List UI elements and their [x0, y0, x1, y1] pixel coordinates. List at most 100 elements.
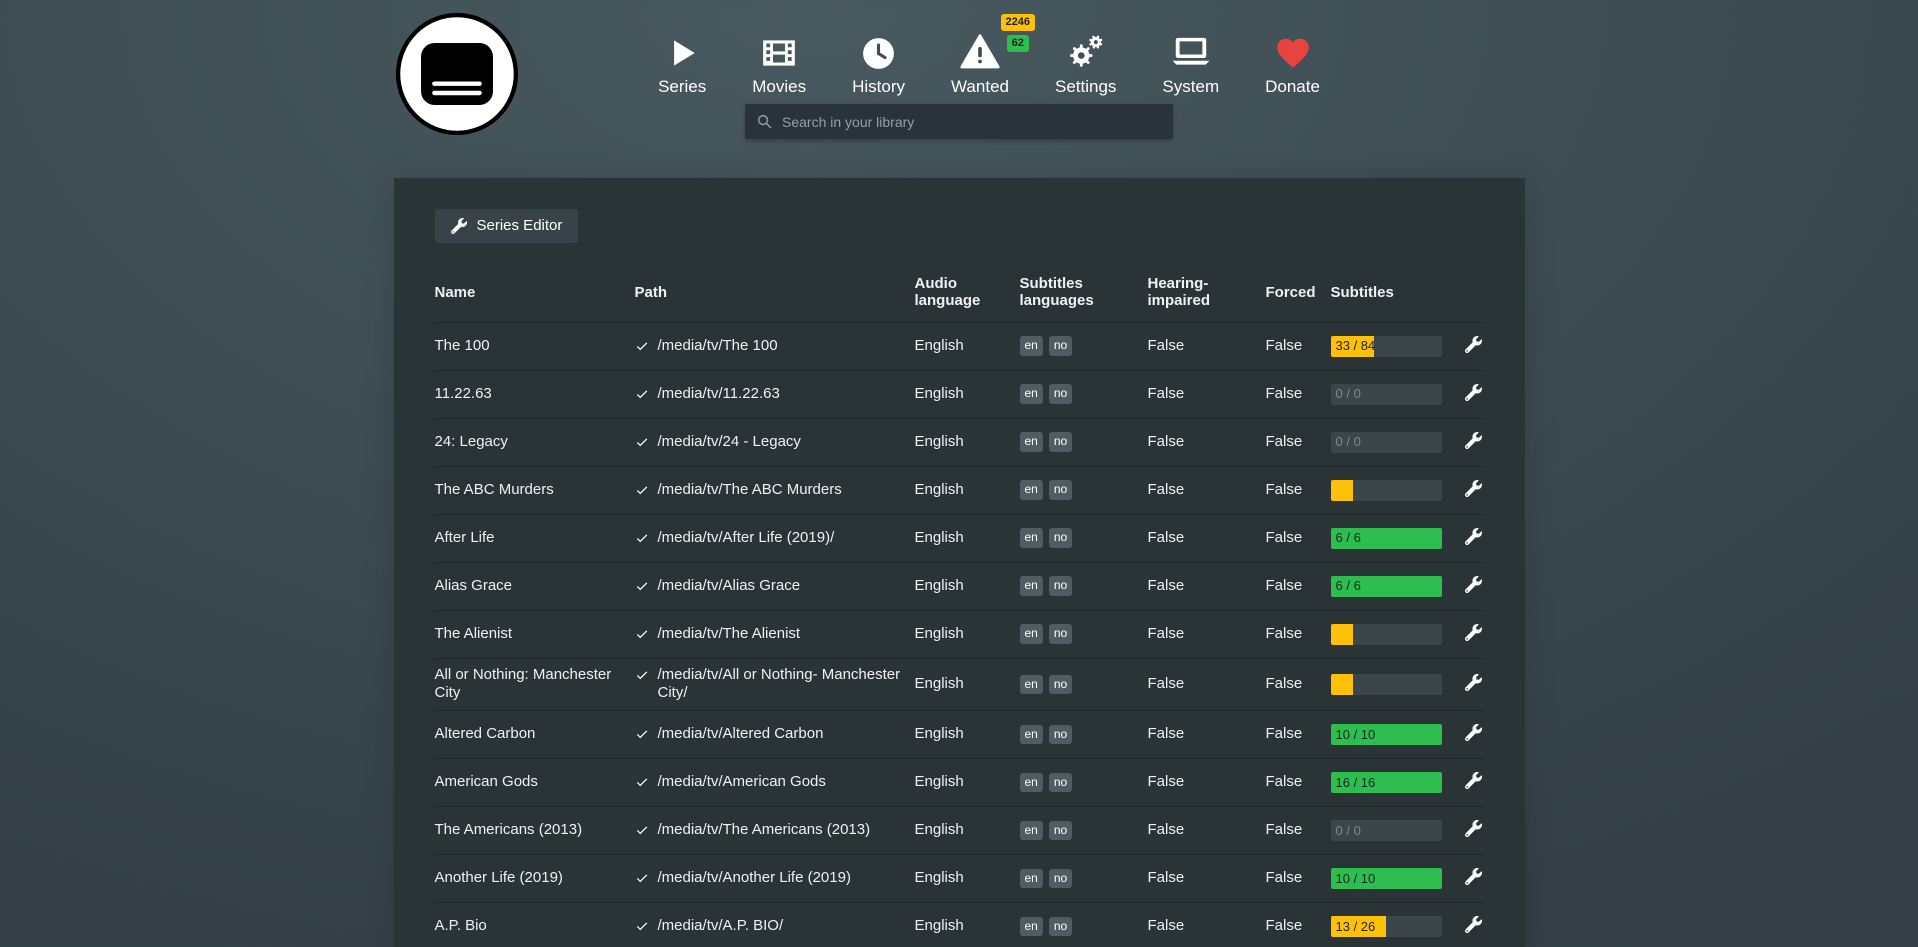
language-badge: no	[1049, 917, 1072, 936]
subtitles-progress: 13 / 26	[1331, 916, 1442, 937]
series-name[interactable]: A.P. Bio	[435, 917, 635, 936]
edit-series-button[interactable]	[1463, 722, 1484, 743]
wanted-badges: 2246 62	[1001, 14, 1035, 52]
series-editor-button[interactable]: Series Editor	[435, 209, 579, 243]
language-badge: no	[1049, 576, 1072, 595]
clock-icon	[860, 26, 897, 72]
series-name[interactable]: American Gods	[435, 773, 635, 792]
subtitles-progress: 0 / 0	[1331, 820, 1442, 841]
language-badge: no	[1049, 336, 1072, 355]
subtitles-languages: enno	[1020, 384, 1148, 403]
subtitles-languages: enno	[1020, 725, 1148, 744]
wrench-icon	[1465, 820, 1482, 837]
language-badge: en	[1020, 528, 1043, 547]
table-row: 24: Legacy /media/tv/24 - Legacy English…	[435, 419, 1484, 467]
check-icon	[635, 871, 649, 885]
hearing-impaired-value: False	[1148, 337, 1266, 356]
hearing-impaired-value: False	[1148, 529, 1266, 548]
nav-item-settings[interactable]: Settings	[1055, 26, 1116, 97]
series-path: /media/tv/A.P. BIO/	[658, 917, 784, 936]
edit-series-button[interactable]	[1463, 672, 1484, 693]
edit-series-button[interactable]	[1463, 622, 1484, 643]
series-name[interactable]: The ABC Murders	[435, 481, 635, 500]
language-badge: en	[1020, 917, 1043, 936]
wrench-icon	[1465, 528, 1482, 545]
nav-item-donate[interactable]: Donate	[1265, 26, 1320, 97]
wrench-icon	[1465, 772, 1482, 789]
film-icon	[760, 26, 798, 72]
series-name[interactable]: 24: Legacy	[435, 433, 635, 452]
language-badge: no	[1049, 821, 1072, 840]
series-path: /media/tv/24 - Legacy	[658, 433, 801, 452]
edit-series-button[interactable]	[1463, 574, 1484, 595]
series-path: /media/tv/All or Nothing- Manchester Cit…	[658, 666, 901, 704]
subtitles-languages: enno	[1020, 869, 1148, 888]
edit-series-button[interactable]	[1463, 818, 1484, 839]
subtitles-progress-fill	[1331, 480, 1353, 501]
edit-series-button[interactable]	[1463, 770, 1484, 791]
edit-series-button[interactable]	[1463, 478, 1484, 499]
table-row: The 100 /media/tv/The 100 English enno F…	[435, 323, 1484, 371]
subtitles-progress-label: 6 / 6	[1336, 578, 1361, 594]
language-badge: en	[1020, 725, 1043, 744]
series-name[interactable]: Alias Grace	[435, 577, 635, 596]
wrench-icon	[1465, 916, 1482, 933]
series-name[interactable]: 11.22.63	[435, 385, 635, 404]
edit-series-button[interactable]	[1463, 526, 1484, 547]
table-row: 11.22.63 /media/tv/11.22.63 English enno…	[435, 371, 1484, 419]
table-row: Another Life (2019) /media/tv/Another Li…	[435, 855, 1484, 903]
language-badge: no	[1049, 869, 1072, 888]
series-name[interactable]: Another Life (2019)	[435, 869, 635, 888]
check-icon	[635, 668, 649, 682]
series-path: /media/tv/Altered Carbon	[658, 725, 824, 744]
hearing-impaired-value: False	[1148, 385, 1266, 404]
series-name[interactable]: The Alienist	[435, 625, 635, 644]
language-badge: no	[1049, 384, 1072, 403]
wrench-icon	[1465, 868, 1482, 885]
nav-item-history[interactable]: History	[852, 26, 905, 97]
table-row: American Gods /media/tv/American Gods En…	[435, 759, 1484, 807]
forced-value: False	[1266, 725, 1331, 744]
gears-icon	[1065, 26, 1107, 72]
edit-series-button[interactable]	[1463, 914, 1484, 935]
subtitles-progress: 6 / 6	[1331, 528, 1442, 549]
series-name[interactable]: Altered Carbon	[435, 725, 635, 744]
check-icon	[635, 435, 649, 449]
audio-language: English	[915, 625, 1020, 644]
nav-item-series[interactable]: Series	[658, 26, 706, 97]
subtitles-languages: enno	[1020, 576, 1148, 595]
subtitles-progress-fill	[1331, 624, 1353, 645]
nav-item-system[interactable]: System	[1162, 26, 1219, 97]
nav-item-movies[interactable]: Movies	[752, 26, 806, 97]
series-name[interactable]: The Americans (2013)	[435, 821, 635, 840]
edit-series-button[interactable]	[1463, 430, 1484, 451]
check-icon	[635, 483, 649, 497]
hearing-impaired-value: False	[1148, 625, 1266, 644]
series-name[interactable]: The 100	[435, 337, 635, 356]
hearing-impaired-value: False	[1148, 821, 1266, 840]
main-nav: Series Movies History	[30, 26, 1918, 97]
audio-language: English	[915, 675, 1020, 694]
search-input[interactable]	[782, 114, 1162, 130]
subtitles-progress: 0 / 0	[1331, 384, 1442, 405]
search-icon	[756, 113, 773, 130]
forced-value: False	[1266, 917, 1331, 936]
series-name[interactable]: After Life	[435, 529, 635, 548]
series-path: /media/tv/American Gods	[658, 773, 826, 792]
edit-series-button[interactable]	[1463, 382, 1484, 403]
language-badge: en	[1020, 675, 1043, 694]
column-header-subtitles: Subtitles	[1331, 284, 1470, 301]
nav-label: Settings	[1055, 77, 1116, 97]
top-header: Series Movies History	[0, 0, 1918, 178]
audio-language: English	[915, 433, 1020, 452]
subtitles-languages: enno	[1020, 480, 1148, 499]
edit-series-button[interactable]	[1463, 334, 1484, 355]
audio-language: English	[915, 577, 1020, 596]
wrench-icon	[1465, 432, 1482, 449]
language-badge: no	[1049, 432, 1072, 451]
series-name[interactable]: All or Nothing: Manchester City	[435, 666, 635, 704]
nav-item-wanted[interactable]: Wanted 2246 62	[951, 26, 1009, 97]
edit-series-button[interactable]	[1463, 866, 1484, 887]
table-row: After Life /media/tv/After Life (2019)/ …	[435, 515, 1484, 563]
language-badge: en	[1020, 432, 1043, 451]
